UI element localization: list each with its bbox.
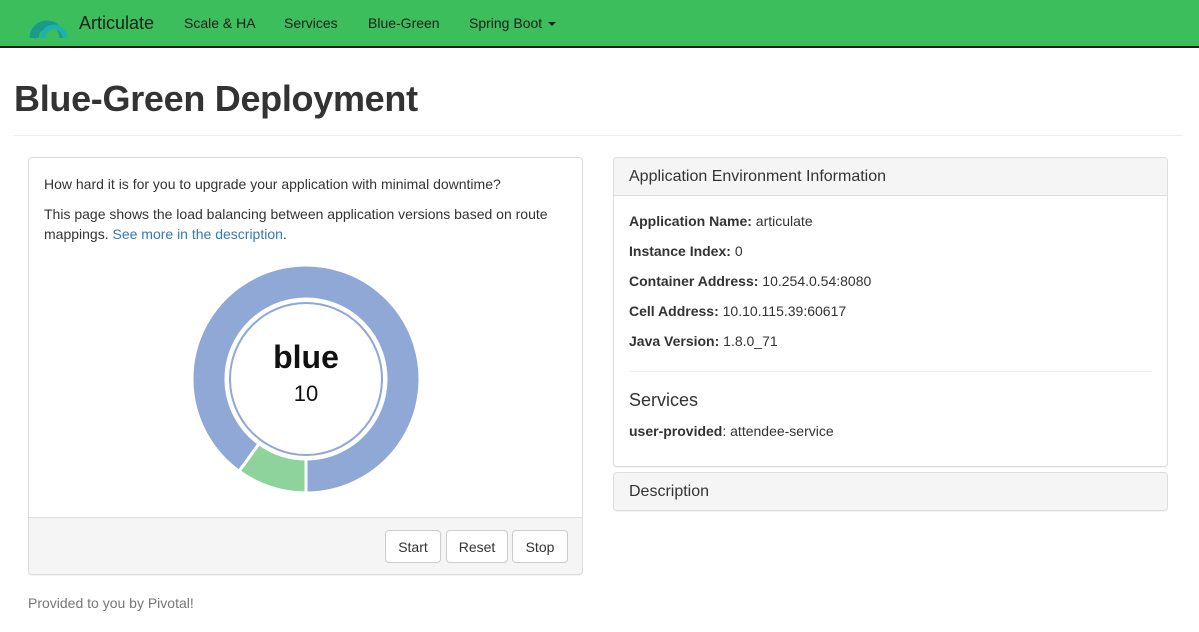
- donut-slice-blue: [190, 263, 422, 495]
- nav-blue-green[interactable]: Blue-Green: [368, 0, 440, 46]
- info-value: 10.10.115.39:60617: [722, 303, 847, 319]
- see-description-link[interactable]: See more in the description: [112, 226, 282, 242]
- description-panel-heading[interactable]: Description: [614, 473, 1167, 510]
- donut-chart-svg: blue 10: [190, 263, 422, 495]
- navbar: Articulate Scale & HA Services Blue-Gree…: [0, 0, 1199, 48]
- info-row-instance-index: Instance Index: 0: [629, 241, 743, 261]
- description-panel[interactable]: Description: [613, 472, 1168, 511]
- load-balancing-panel: How hard it is for you to upgrade your a…: [28, 157, 583, 575]
- stop-button[interactable]: Stop: [512, 530, 568, 563]
- info-label: Instance Index:: [629, 243, 731, 259]
- info-value: articulate: [755, 213, 813, 229]
- service-name: attendee-service: [730, 423, 834, 439]
- brand-link[interactable]: Articulate: [27, 0, 154, 46]
- info-label: Java Version:: [629, 333, 720, 349]
- page-title: Blue-Green Deployment: [14, 78, 418, 119]
- service-type: user-provided: [629, 423, 723, 439]
- info-value: 0: [734, 243, 743, 259]
- environment-info-panel: Application Environment Information Appl…: [613, 157, 1168, 467]
- services-heading: Services: [629, 390, 699, 410]
- footer-text: Provided to you by Pivotal!: [28, 595, 194, 611]
- info-label: Cell Address:: [629, 303, 719, 319]
- reset-button[interactable]: Reset: [446, 530, 508, 563]
- environment-panel-heading: Application Environment Information: [614, 158, 1167, 196]
- pivotal-cloud-logo-icon: [27, 6, 69, 40]
- header-divider: [13, 135, 1183, 136]
- services-divider: [629, 371, 1152, 372]
- nav-spring-boot-dropdown[interactable]: Spring Boot: [469, 0, 557, 46]
- panel-footer: Start Reset Stop: [29, 517, 582, 574]
- center-label: blue: [273, 339, 339, 375]
- info-row-container-address: Container Address: 10.254.0.54:8080: [629, 271, 871, 291]
- nav-spring-boot-label: Spring Boot: [469, 15, 543, 31]
- intro-question: How hard it is for you to upgrade your a…: [44, 176, 501, 192]
- nav-scale-ha[interactable]: Scale & HA: [184, 0, 256, 46]
- info-value: 10.254.0.54:8080: [762, 273, 872, 289]
- info-label: Container Address:: [629, 273, 759, 289]
- intro-description-suffix: .: [282, 226, 287, 242]
- service-item: user-provided: attendee-service: [629, 423, 834, 439]
- center-value: 10: [294, 381, 318, 406]
- nav-services[interactable]: Services: [284, 0, 338, 46]
- donut-chart: blue 10: [181, 254, 431, 504]
- start-button[interactable]: Start: [385, 530, 441, 563]
- caret-down-icon: [548, 22, 557, 27]
- info-row-cell-address: Cell Address: 10.10.115.39:60617: [629, 301, 846, 321]
- intro-description: This page shows the load balancing betwe…: [44, 204, 567, 244]
- info-row-java-version: Java Version: 1.8.0_71: [629, 331, 778, 351]
- info-row-application-name: Application Name: articulate: [629, 211, 813, 231]
- info-value: 1.8.0_71: [723, 333, 778, 349]
- center-ring: [229, 302, 383, 456]
- brand-name: Articulate: [79, 12, 155, 33]
- info-label: Application Name:: [629, 213, 752, 229]
